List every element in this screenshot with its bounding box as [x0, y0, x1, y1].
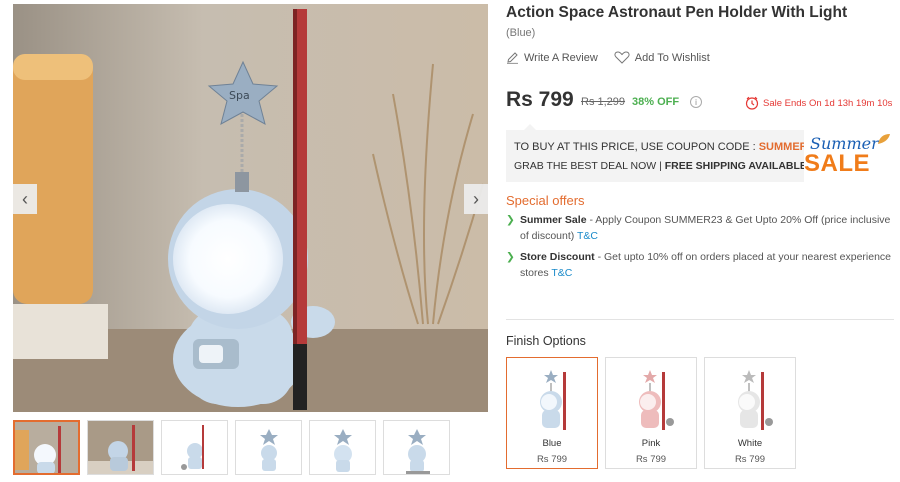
finish-name: Blue: [542, 438, 562, 449]
free-shipping-text: FREE SHIPPING AVAILABLE: [664, 160, 807, 172]
special-offers-title: Special offers: [506, 193, 585, 208]
finish-thumbnail: [639, 370, 674, 430]
finish-option-pink[interactable]: Pink Rs 799: [605, 357, 697, 469]
offer-text: Store Discount - Get upto 10% off on ord…: [520, 249, 894, 281]
thumbnail-image: [236, 421, 301, 474]
chevron-right-icon: ›: [473, 188, 479, 209]
mrp-price: Rs 1,299: [581, 96, 626, 108]
coupon-line-2: GRAB THE BEST DEAL NOW | FREE SHIPPING A…: [514, 160, 807, 172]
terms-link[interactable]: T&C: [577, 230, 598, 242]
sale-word: SALE: [804, 150, 871, 177]
chevron-left-icon: ‹: [22, 188, 28, 209]
price-info-glyph: i: [695, 97, 697, 107]
finish-thumbnail: [540, 370, 566, 430]
chevron-right-icon: ❯: [506, 251, 515, 263]
offer-item: ❯ Store Discount - Get upto 10% off on o…: [506, 249, 894, 281]
coupon-line-1: TO BUY AT THIS PRICE, USE COUPON CODE : …: [514, 141, 820, 153]
thumbnail-4[interactable]: [235, 420, 302, 475]
finish-option-blue[interactable]: Blue Rs 799: [506, 357, 598, 469]
thumbnail-image: [162, 421, 227, 474]
main-product-image: Spa ‹ ›: [13, 4, 488, 412]
price-row: Rs 799 Rs 1,299 38% OFF i Sale Ends On 1…: [506, 88, 894, 116]
discount-percent: 38% OFF: [632, 96, 680, 108]
finish-options-title: Finish Options: [506, 334, 586, 348]
section-divider: [506, 319, 894, 320]
heart-icon: [614, 51, 630, 64]
wishlist-label: Add To Wishlist: [634, 51, 710, 64]
summer-sale-logo: Summer SALE: [804, 130, 894, 182]
pencil-icon: [507, 52, 518, 64]
clock-icon: [745, 96, 759, 110]
thumbnail-3[interactable]: [161, 420, 228, 475]
offer-text: Summer Sale - Apply Coupon SUMMER23 & Ge…: [520, 212, 894, 244]
product-actions: Write A Review Add To Wishlist: [506, 51, 710, 64]
thumbnail-1[interactable]: [13, 420, 80, 475]
offer-name: Summer Sale: [520, 214, 587, 226]
coupon-prefix: TO BUY AT THIS PRICE, USE COUPON CODE :: [514, 141, 756, 153]
finish-thumbnail: [738, 370, 773, 430]
finish-name: White: [737, 438, 763, 449]
write-review-button[interactable]: Write A Review: [506, 51, 598, 64]
finish-price: Rs 799: [635, 454, 667, 465]
thumbnail-5[interactable]: [309, 420, 376, 475]
sale-ends-text: Sale Ends On 1d 13h 19m 10s: [763, 97, 893, 109]
finish-price: Rs 799: [734, 454, 766, 465]
astronaut-lamp-photo: Spa: [13, 4, 488, 412]
product-title: Action Space Astronaut Pen Holder With L…: [506, 4, 848, 21]
thumbnail-6[interactable]: [383, 420, 450, 475]
leaf-icon: [878, 134, 890, 144]
thumbnail-image: [384, 421, 449, 474]
product-variant: (Blue): [506, 27, 536, 39]
add-to-wishlist-button[interactable]: Add To Wishlist: [614, 51, 710, 64]
offer-item: ❯ Summer Sale - Apply Coupon SUMMER23 & …: [506, 212, 894, 244]
coupon-deal-text: GRAB THE BEST DEAL NOW |: [514, 160, 662, 172]
thumbnail-image: [88, 421, 153, 474]
chevron-right-icon: ❯: [506, 214, 515, 226]
current-price: Rs 799: [506, 88, 574, 111]
finish-option-white[interactable]: White Rs 799: [704, 357, 796, 469]
finish-name: Pink: [641, 438, 661, 449]
coupon-caret: [524, 124, 536, 130]
thumbnail-strip: [13, 420, 488, 478]
price-info-icon[interactable]: i: [690, 96, 702, 108]
sale-timer: Sale Ends On 1d 13h 19m 10s: [745, 96, 892, 110]
thumbnail-2[interactable]: [87, 420, 154, 475]
offer-name: Store Discount: [520, 251, 595, 263]
thumbnail-image: [310, 421, 375, 474]
gallery-prev-button[interactable]: ‹: [13, 184, 37, 214]
gallery-next-button[interactable]: ›: [464, 184, 488, 214]
terms-link[interactable]: T&C: [551, 267, 572, 279]
svg-text:Spa: Spa: [229, 89, 250, 102]
thumbnail-image: [15, 422, 78, 473]
write-review-label: Write A Review: [524, 51, 598, 64]
finish-price: Rs 799: [536, 454, 568, 465]
coupon-banner: TO BUY AT THIS PRICE, USE COUPON CODE : …: [506, 124, 894, 182]
